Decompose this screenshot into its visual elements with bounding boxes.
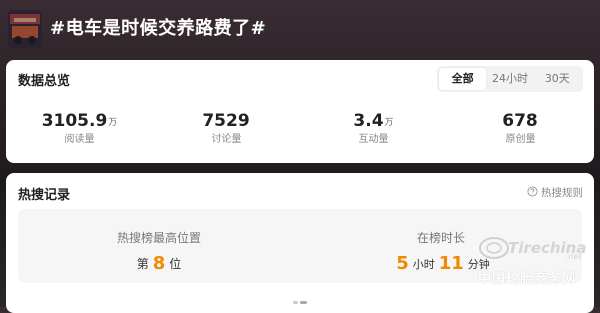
topic-thumbnail[interactable]	[8, 10, 42, 48]
duration-label: 在榜时长	[416, 231, 465, 245]
hot-search-card: 热搜记录 热搜规则 热搜榜最高位置 第8位 在榜时长 5 小时 11 分钟	[6, 173, 594, 313]
duration-panel: 在榜时长 5 小时 11 分钟	[300, 209, 582, 283]
data-overview-card: 数据总览 全部 24小时 30天 3105.9万 阅读量 7529 讨论量 3.…	[6, 60, 594, 163]
duration-hours: 5	[396, 253, 409, 274]
highest-position-prefix: 第	[136, 257, 149, 271]
hot-search-summary: 热搜榜最高位置 第8位 在榜时长 5 小时 11 分钟	[18, 209, 582, 283]
highest-position-panel: 热搜榜最高位置 第8位	[18, 209, 300, 283]
stat-reads: 3105.9万 阅读量	[6, 110, 153, 150]
pager-dot-1[interactable]	[293, 301, 298, 304]
highest-position-suffix: 位	[169, 257, 182, 271]
stat-discussions-label: 讨论量	[211, 134, 242, 145]
stats-row: 3105.9万 阅读量 7529 讨论量 3.4万 互动量 678 原创量	[6, 110, 594, 150]
stat-interactions-unit: 万	[384, 118, 394, 128]
hot-search-rules-label: 热搜规则	[541, 187, 583, 199]
stat-interactions: 3.4万 互动量	[300, 110, 447, 150]
question-circle-icon	[527, 185, 538, 200]
stat-reads-value: 3105.9	[41, 111, 108, 131]
stat-originals-value: 678	[502, 111, 538, 131]
stat-interactions-label: 互动量	[358, 134, 389, 145]
tab-24h[interactable]: 24小时	[486, 68, 533, 90]
topic-title: #电车是时候交养路费了#	[50, 18, 267, 39]
pager-dot-2[interactable]	[300, 301, 307, 304]
stat-reads-unit: 万	[108, 118, 118, 128]
tab-all[interactable]: 全部	[439, 68, 487, 90]
duration-minutes: 11	[438, 253, 464, 274]
highest-position-value-row: 第8位	[18, 253, 300, 274]
stat-discussions-value: 7529	[202, 111, 250, 131]
duration-hours-unit: 小时	[412, 258, 435, 271]
highest-position-label: 热搜榜最高位置	[116, 231, 201, 245]
time-range-tabs: 全部 24小时 30天	[437, 66, 583, 92]
stat-reads-label: 阅读量	[64, 134, 95, 145]
overview-title: 数据总览	[18, 74, 71, 89]
duration-value-row: 5 小时 11 分钟	[300, 253, 582, 274]
carousel-pager	[6, 289, 594, 308]
hot-search-rules-link[interactable]: 热搜规则	[527, 185, 583, 200]
tab-30d[interactable]: 30天	[534, 68, 581, 90]
topic-header: #电车是时候交养路费了#	[0, 0, 600, 60]
stat-discussions: 7529 讨论量	[153, 110, 300, 150]
hot-search-title: 热搜记录	[18, 188, 71, 203]
duration-minutes-unit: 分钟	[467, 258, 490, 271]
highest-position-number: 8	[152, 253, 166, 274]
stat-originals: 678 原创量	[447, 110, 594, 150]
stat-interactions-value: 3.4	[353, 111, 384, 131]
stat-originals-label: 原创量	[505, 134, 536, 145]
